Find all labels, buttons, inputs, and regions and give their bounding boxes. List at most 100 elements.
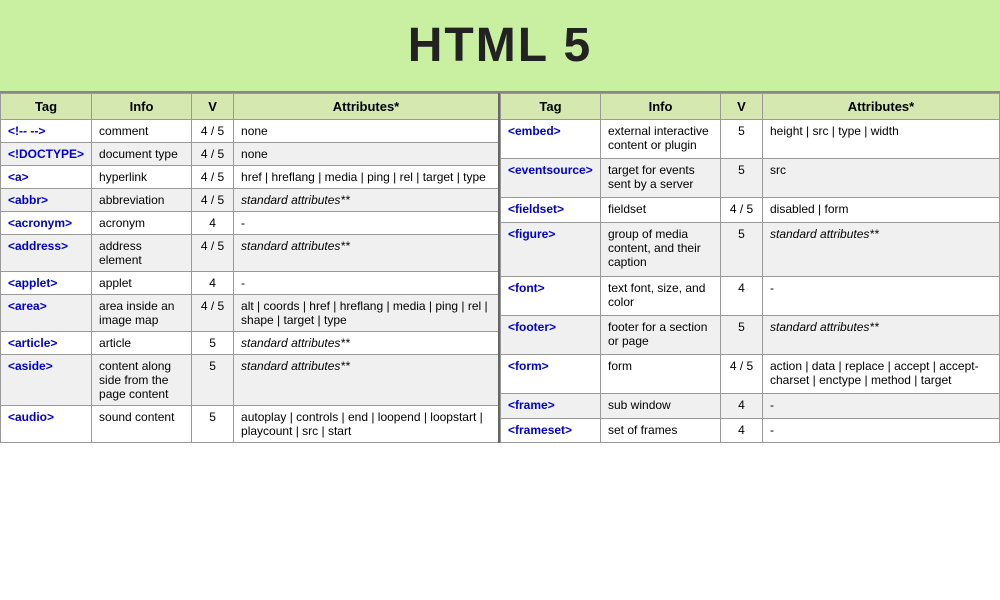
table-row: <abbr>abbreviation4 / 5standard attribut… [1,189,500,212]
version-cell: 5 [721,159,763,198]
attr-cell: href | hreflang | media | ping | rel | t… [234,166,499,189]
table-row: <!DOCTYPE>document type4 / 5none [1,143,500,166]
attr-cell: - [234,272,499,295]
table-row: <applet>applet4- [1,272,500,295]
left-table-header: TagInfoVAttributes* [1,94,500,120]
info-cell: external interactive content or plugin [601,120,721,159]
tag-cell: <area> [1,295,92,332]
attr-cell: - [234,212,499,235]
column-header: V [192,94,234,120]
version-cell: 5 [721,315,763,354]
attr-cell: standard attributes** [763,315,1000,354]
info-cell: comment [92,120,192,143]
attr-cell: - [763,276,1000,315]
table-row: <a>hyperlink4 / 5href | hreflang | media… [1,166,500,189]
tag-cell: <footer> [501,315,601,354]
version-cell: 4 / 5 [721,355,763,394]
version-cell: 4 [721,276,763,315]
version-cell: 4 / 5 [192,143,234,166]
column-header: Attributes* [234,94,499,120]
attr-cell: action | data | replace | accept | accep… [763,355,1000,394]
version-cell: 4 [192,272,234,295]
tag-cell: <article> [1,332,92,355]
attr-cell: standard attributes** [763,222,1000,276]
attr-cell: height | src | type | width [763,120,1000,159]
right-table: TagInfoVAttributes* <embed>external inte… [500,93,1000,443]
header: HTML 5 [0,0,1000,93]
column-header: Info [601,94,721,120]
info-cell: hyperlink [92,166,192,189]
page-title: HTML 5 [0,18,1000,73]
attr-cell: standard attributes** [234,235,499,272]
tag-cell: <fieldset> [501,198,601,222]
attr-cell: standard attributes** [234,189,499,212]
tag-cell: <font> [501,276,601,315]
column-header: Attributes* [763,94,1000,120]
table-row: <area>area inside an image map4 / 5alt |… [1,295,500,332]
table-row: <fieldset>fieldset4 / 5disabled | form [501,198,1000,222]
info-cell: applet [92,272,192,295]
version-cell: 5 [721,222,763,276]
table-row: <article>article5standard attributes** [1,332,500,355]
attr-cell: src [763,159,1000,198]
left-table-body: <!-- -->comment4 / 5none<!DOCTYPE>docume… [1,120,500,443]
version-cell: 5 [192,406,234,443]
tag-cell: <a> [1,166,92,189]
table-row: <figure>group of media content, and thei… [501,222,1000,276]
attr-cell: - [763,394,1000,418]
table-row: <form>form4 / 5action | data | replace |… [501,355,1000,394]
tag-cell: <frameset> [501,418,601,442]
attr-cell: autoplay | controls | end | loopend | lo… [234,406,499,443]
attr-cell: - [763,418,1000,442]
info-cell: address element [92,235,192,272]
tag-cell: <!-- --> [1,120,92,143]
version-cell: 4 [192,212,234,235]
tag-cell: <embed> [501,120,601,159]
version-cell: 4 / 5 [192,295,234,332]
column-header: Tag [1,94,92,120]
info-cell: acronym [92,212,192,235]
tag-cell: <applet> [1,272,92,295]
attr-cell: none [234,143,499,166]
info-cell: article [92,332,192,355]
info-cell: sub window [601,394,721,418]
table-row: <frameset>set of frames4- [501,418,1000,442]
table-row: <address>address element4 / 5standard at… [1,235,500,272]
table-row: <embed>external interactive content or p… [501,120,1000,159]
tables-wrapper: TagInfoVAttributes* <!-- -->comment4 / 5… [0,93,1000,443]
version-cell: 4 [721,394,763,418]
info-cell: fieldset [601,198,721,222]
info-cell: set of frames [601,418,721,442]
tag-cell: <audio> [1,406,92,443]
column-header: V [721,94,763,120]
version-cell: 4 / 5 [192,189,234,212]
left-table: TagInfoVAttributes* <!-- -->comment4 / 5… [0,93,500,443]
table-row: <frame>sub window4- [501,394,1000,418]
table-row: <font>text font, size, and color4- [501,276,1000,315]
right-table-header: TagInfoVAttributes* [501,94,1000,120]
right-table-body: <embed>external interactive content or p… [501,120,1000,443]
table-row: <acronym>acronym4- [1,212,500,235]
info-cell: text font, size, and color [601,276,721,315]
info-cell: form [601,355,721,394]
tag-cell: <eventsource> [501,159,601,198]
column-header: Info [92,94,192,120]
table-row: <audio>sound content5autoplay | controls… [1,406,500,443]
info-cell: abbreviation [92,189,192,212]
info-cell: area inside an image map [92,295,192,332]
info-cell: document type [92,143,192,166]
info-cell: target for events sent by a server [601,159,721,198]
version-cell: 4 / 5 [192,235,234,272]
version-cell: 5 [721,120,763,159]
info-cell: sound content [92,406,192,443]
table-row: <!-- -->comment4 / 5none [1,120,500,143]
attr-cell: none [234,120,499,143]
attr-cell: standard attributes** [234,355,499,406]
version-cell: 5 [192,332,234,355]
attr-cell: alt | coords | href | hreflang | media |… [234,295,499,332]
column-header: Tag [501,94,601,120]
version-cell: 4 [721,418,763,442]
info-cell: footer for a section or page [601,315,721,354]
table-row: <footer>footer for a section or page5sta… [501,315,1000,354]
tag-cell: <aside> [1,355,92,406]
